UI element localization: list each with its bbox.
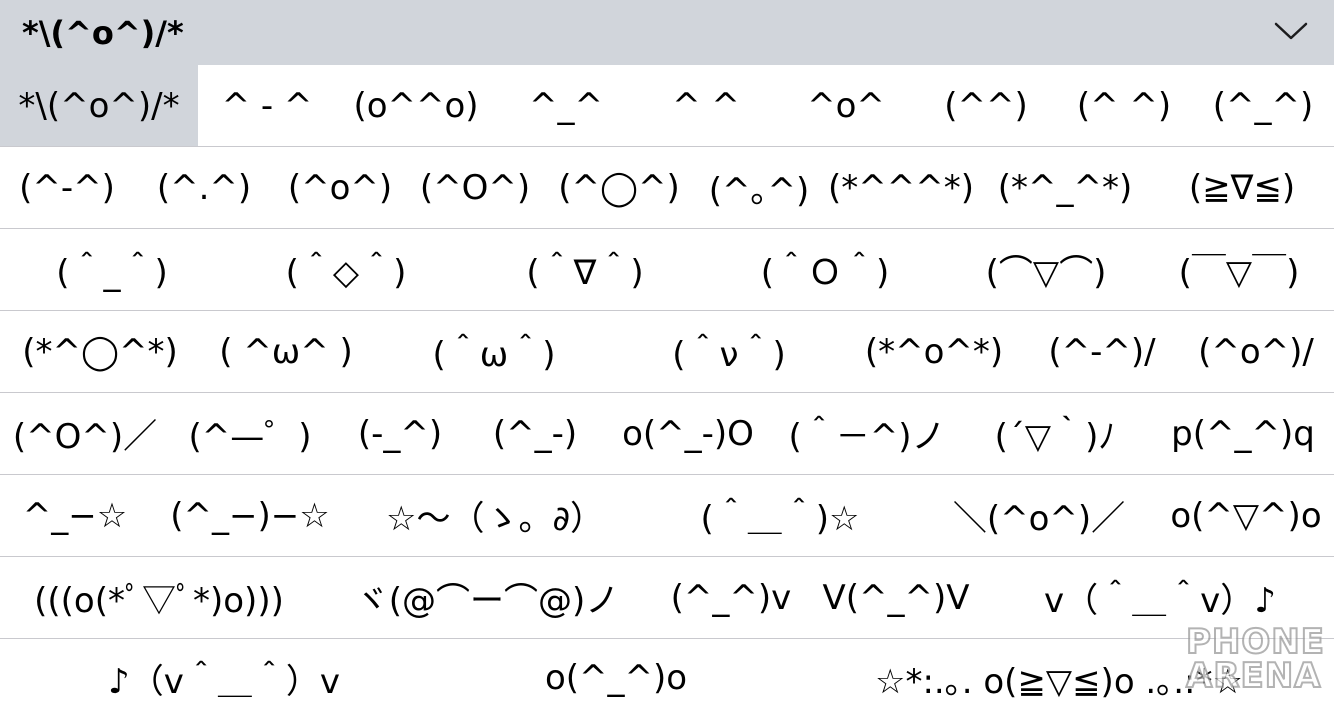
emoticon-key[interactable]: (^｡^)	[692, 147, 826, 228]
emoticon-key[interactable]: ^_^	[496, 65, 636, 146]
emoticon-key[interactable]: (^-^)	[0, 147, 134, 228]
chevron-down-icon[interactable]	[1273, 18, 1309, 46]
emoticon-row: (＾_＾) (＾◇＾) (＾∇＾) (＾Ｏ＾) (⌒▽⌒) (￣▽￣)	[0, 229, 1334, 311]
emoticon-key[interactable]: ^_−☆	[0, 475, 150, 556]
emoticon-key[interactable]: (*^o^*)	[842, 311, 1026, 392]
emoticon-key[interactable]: (￣▽￣)	[1144, 229, 1334, 310]
emoticon-key[interactable]: (´▽｀)ﾉ	[958, 393, 1152, 474]
emoticon-key[interactable]: (^O^)／	[0, 393, 170, 474]
emoticon-key[interactable]: (*^◯^*)	[0, 311, 200, 392]
emoticon-key[interactable]: (＾－^)ノ	[776, 393, 958, 474]
emoticon-key[interactable]: ( ^ω^ )	[200, 311, 372, 392]
emoticon-key[interactable]: (((o(*ﾟ▽ﾟ*)o)))	[0, 557, 318, 638]
emoticon-key[interactable]: o(^_^)o	[448, 639, 784, 717]
emoticon-key[interactable]: (^^)	[916, 65, 1056, 146]
emoticon-key[interactable]: ＼(^o^)／	[920, 475, 1158, 556]
selected-category-title: *\(^o^)/*	[22, 14, 184, 52]
emoticon-key[interactable]: (^_^)	[1192, 65, 1334, 146]
emoticon-key[interactable]: (^ ^)	[1056, 65, 1192, 146]
emoticon-key[interactable]: ^o^	[776, 65, 916, 146]
emoticon-key[interactable]: (^◯^)	[546, 147, 692, 228]
emoticon-key[interactable]: (^_^)v	[656, 557, 806, 638]
emoticon-key[interactable]: (*^_^*)	[980, 147, 1150, 228]
emoticon-key[interactable]: (＾ω＾)	[372, 311, 616, 392]
emoticon-key[interactable]: (^O^)	[404, 147, 546, 228]
emoticon-key[interactable]: (⌒▽⌒)	[948, 229, 1144, 310]
emoticon-key[interactable]: (*^^^*)	[826, 147, 976, 228]
emoticon-key[interactable]: (^o^)/	[1178, 311, 1334, 392]
category-header: *\(^o^)/*	[0, 0, 1334, 65]
emoticon-key[interactable]: ^ ^	[636, 65, 776, 146]
emoticon-key[interactable]: (^_-)	[470, 393, 600, 474]
emoticon-grid: *\(^o^)/* ^ - ^ (o^^o) ^_^ ^ ^ ^o^ (^^) (^ ^) (^…	[0, 65, 1334, 717]
emoticon-key[interactable]: ☆〜（ゝ。∂）	[350, 475, 640, 556]
emoticon-key[interactable]: (＾_＾)	[0, 229, 224, 310]
emoticon-key[interactable]: V(^_^)V	[806, 557, 986, 638]
emoticon-key[interactable]: (＾＿＾)☆	[640, 475, 920, 556]
emoticon-row: (^-^) (^.^) (^o^) (^O^) (^◯^) (^｡^) (*^^^*) (*^…	[0, 147, 1334, 229]
emoticon-row: (*^◯^*)( ^ω^ ) (＾ω＾) (＾ν＾) (*^o^*) (^-^)/(^o…	[0, 311, 1334, 393]
emoticon-row: ♪（v＾＿＾）v o(^_^)o ☆*:.｡. o(≧▽≦)o .｡.:*☆	[0, 639, 1334, 717]
emoticon-row: ^_−☆ (^_−)−☆ ☆〜（ゝ。∂） (＾＿＾)☆ ＼(^o^)／ o(^▽^)o	[0, 475, 1334, 557]
emoticon-key[interactable]: (＾ν＾)	[616, 311, 842, 392]
emoticon-key[interactable]: (＾◇＾)	[224, 229, 468, 310]
emoticon-key[interactable]: v（＾＿＾v）♪	[986, 557, 1334, 638]
emoticon-key[interactable]: (^-^)/	[1026, 311, 1178, 392]
emoticon-key-selected[interactable]: *\(^o^)/*	[0, 65, 198, 146]
emoticon-key[interactable]: o(^_-)O	[600, 393, 776, 474]
emoticon-key[interactable]: (^_−)−☆	[150, 475, 350, 556]
emoticon-key[interactable]: ヾ(@⌒ー⌒@)ノ	[318, 557, 656, 638]
emoticon-key[interactable]: ♪（v＾＿＾）v	[0, 639, 448, 717]
emoticon-key[interactable]: (＾∇＾)	[468, 229, 702, 310]
emoticon-key[interactable]: ^ - ^	[198, 65, 336, 146]
emoticon-key[interactable]: p(^_^)q	[1152, 393, 1334, 474]
emoticon-key[interactable]: (^o^)	[274, 147, 406, 228]
emoticon-row: *\(^o^)/* ^ - ^ (o^^o) ^_^ ^ ^ ^o^ (^^) (^ ^) (^…	[0, 65, 1334, 147]
emoticon-key[interactable]: (o^^o)	[336, 65, 496, 146]
emoticon-key[interactable]: o(^▽^)o	[1158, 475, 1334, 556]
emoticon-key[interactable]: ☆*:.｡. o(≧▽≦)o .｡.:*☆	[784, 639, 1334, 717]
emoticon-key[interactable]: (≧∇≦)	[1150, 147, 1334, 228]
emoticon-key[interactable]: (^.^)	[134, 147, 274, 228]
emoticon-row: (^O^)／ (^—゜) (-_^) (^_-) o(^_-)O (＾－^)ノ (´▽｀)ﾉ…	[0, 393, 1334, 475]
emoticon-key[interactable]: (^—゜)	[170, 393, 330, 474]
emoticon-key[interactable]: (-_^)	[330, 393, 470, 474]
emoticon-row: (((o(*ﾟ▽ﾟ*)o))) ヾ(@⌒ー⌒@)ノ (^_^)v V(^_^)V v（＾…	[0, 557, 1334, 639]
emoticon-key[interactable]: (＾Ｏ＾)	[702, 229, 948, 310]
